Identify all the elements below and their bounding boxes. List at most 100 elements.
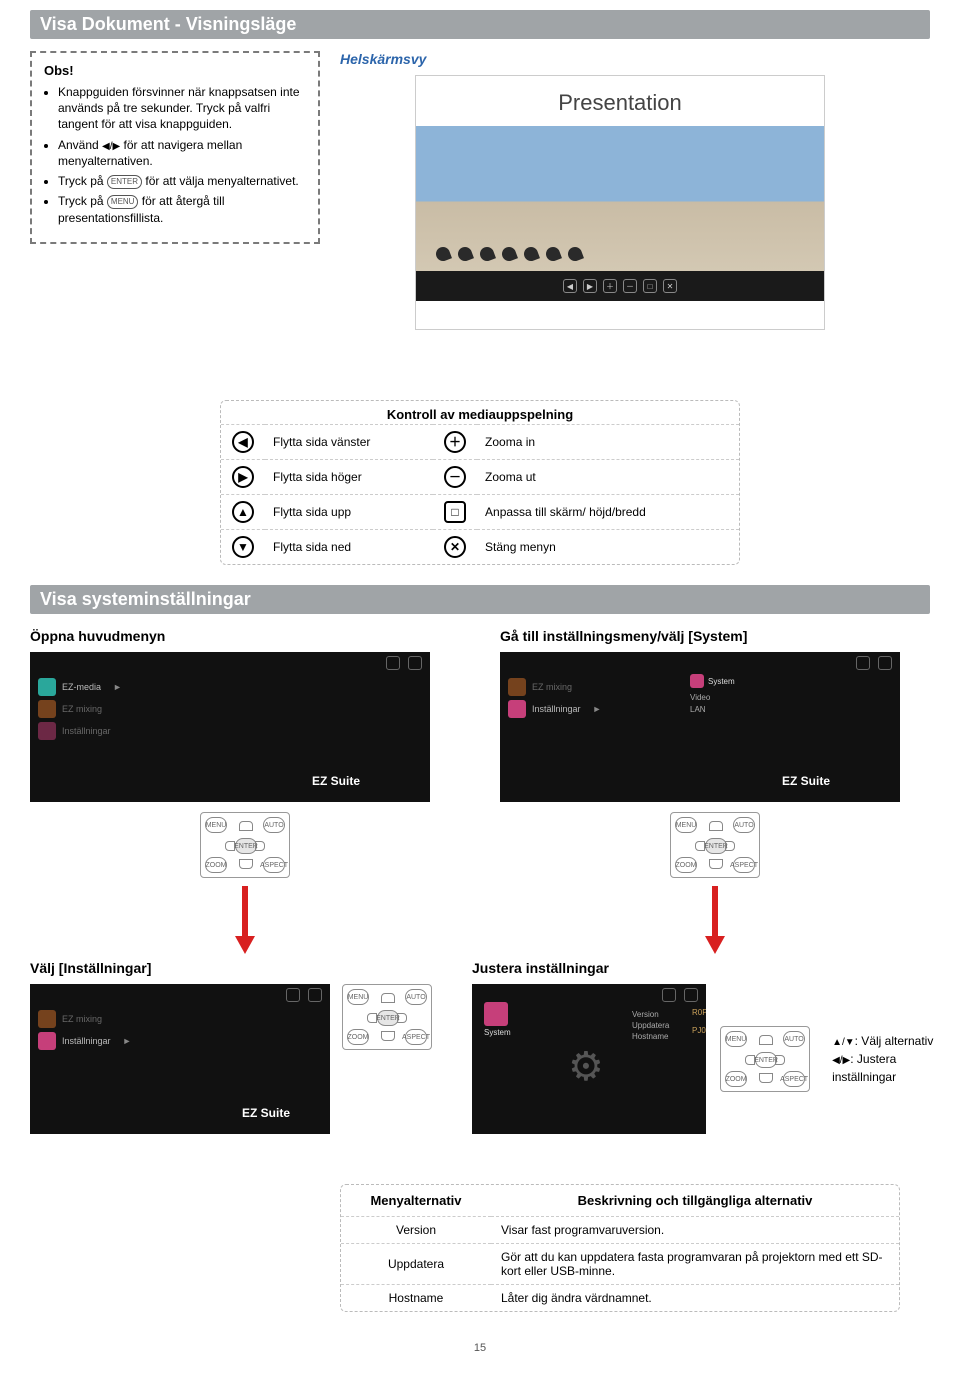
up-down-icon: ▲/▼ [832, 1035, 855, 1050]
remote-pad: MENU AUTO ENTER ZOOM ASPECT [200, 812, 290, 878]
obs-title: Obs! [44, 63, 306, 78]
remote-auto-button: AUTO [405, 989, 427, 1005]
remote-right-button [775, 1055, 785, 1065]
remote-left-button [225, 841, 235, 851]
remote-auto-button: AUTO [733, 817, 755, 833]
info-row-hostname: Hostname [341, 1285, 491, 1312]
remote-enter-button: ENTER [705, 838, 727, 854]
remote-left-button [367, 1013, 377, 1023]
presentation-preview: Presentation ◀ ▶ ＋ － □ ✕ [415, 75, 825, 330]
info-header-desc: Beskrivning och tillgängliga alternativ [491, 1185, 899, 1217]
ez-suite-brand: EZ Suite [782, 774, 830, 788]
row-version-label: Version [632, 1010, 669, 1019]
info-row-hostname-desc: Låter dig ändra värdnamnet. [491, 1285, 899, 1312]
ez-suite-brand: EZ Suite [312, 774, 360, 788]
info-row-upgrade: Uppdatera [341, 1244, 491, 1285]
zoom-in-icon[interactable]: ＋ [603, 279, 617, 293]
presentation-control-bar: ◀ ▶ ＋ － □ ✕ [416, 271, 824, 301]
remote-up-button [381, 993, 395, 1003]
remote-pad: MENU AUTO ENTER ZOOM ASPECT [342, 984, 432, 1050]
section-title-system-settings: Visa systeminställningar [30, 585, 930, 614]
remote-menu-button: MENU [675, 817, 697, 833]
row-hostname-value: PJ0146 [692, 1026, 706, 1035]
obs-item: Tryck på ENTER för att välja menyalterna… [58, 173, 306, 189]
menu-ez-mixing: EZ mixing [62, 704, 102, 714]
remote-zoom-button: ZOOM [347, 1029, 369, 1045]
remote-left-button [745, 1055, 755, 1065]
flow-arrow-icon [705, 886, 725, 956]
media-controls-box: Kontroll av mediauppspelning ◀ Flytta si… [220, 400, 740, 565]
next-page-icon[interactable]: ▶ [583, 279, 597, 293]
remote-auto-button: AUTO [783, 1031, 805, 1047]
zoom-out-icon: － [444, 466, 466, 488]
remote-aspect-button: ASPECT [783, 1071, 805, 1087]
info-row-version: Version [341, 1217, 491, 1244]
obs-item: Knappguiden försvinner när knappsatsen i… [58, 84, 306, 133]
menu-ez-mixing: EZ mixing [62, 1014, 102, 1024]
page-number: 15 [30, 1342, 930, 1354]
submenu-system: System [708, 677, 735, 686]
remote-menu-button: MENU [347, 989, 369, 1005]
close-icon[interactable]: ✕ [663, 279, 677, 293]
media-label: Flytta sida vänster [265, 425, 433, 460]
menu-installningar: Inställningar [532, 704, 581, 714]
submenu-video: Video [690, 693, 735, 702]
remote-pad: MENU AUTO ENTER ZOOM ASPECT [670, 812, 760, 878]
remote-enter-button: ENTER [377, 1010, 399, 1026]
info-row-version-desc: Visar fast programvaruversion. [491, 1217, 899, 1244]
remote-enter-button: ENTER [755, 1052, 777, 1068]
media-label: Zooma in [477, 425, 739, 460]
menu-options-table: Menyalternativ Beskrivning och tillgängl… [341, 1185, 899, 1311]
remote-down-button [709, 859, 723, 869]
row-version-value: R0P03_B_005 [692, 1008, 706, 1017]
left-right-icon: ◀/▶ [832, 1053, 850, 1068]
remote-aspect-button: ASPECT [263, 857, 285, 873]
remote-down-button [239, 859, 253, 869]
menu-key-icon: MENU [107, 195, 139, 209]
info-header-menuopt: Menyalternativ [341, 1185, 491, 1217]
section-title-view-doc: Visa Dokument - Visningsläge [30, 10, 930, 39]
obs-note-box: Obs! Knappguiden försvinner när knappsat… [30, 51, 320, 244]
remote-right-button [397, 1013, 407, 1023]
gear-icon: ⚙ [568, 1044, 604, 1090]
media-label: Flytta sida upp [265, 495, 433, 530]
flow-arrow-icon [235, 886, 255, 956]
remote-aspect-button: ASPECT [733, 857, 755, 873]
menu-installningar: Inställningar [62, 726, 111, 736]
remote-zoom-button: ZOOM [725, 1071, 747, 1087]
remote-menu-button: MENU [205, 817, 227, 833]
remote-auto-button: AUTO [263, 817, 285, 833]
media-controls-header: Kontroll av mediauppspelning [221, 401, 739, 424]
presentation-title: Presentation [416, 76, 824, 126]
remote-right-button [725, 841, 735, 851]
row-upgrade-label: Uppdatera [632, 1021, 669, 1030]
remote-up-button [709, 821, 723, 831]
info-row-upgrade-desc: Gör att du kan uppdatera fasta programva… [491, 1244, 899, 1285]
remote-up-button [759, 1035, 773, 1045]
remote-up-button [239, 821, 253, 831]
arrow-left-icon: ◀ [232, 431, 254, 453]
arrow-right-icon: ▶ [232, 466, 254, 488]
prev-page-icon[interactable]: ◀ [563, 279, 577, 293]
media-label: Zooma ut [477, 460, 739, 495]
step-select-inst: Välj [Inställningar] [30, 960, 432, 976]
fit-icon[interactable]: □ [643, 279, 657, 293]
obs-list: Knappguiden försvinner när knappsatsen i… [58, 84, 306, 226]
menu-installningar: Inställningar [62, 1036, 111, 1046]
enter-key-icon: ENTER [107, 175, 142, 189]
screenshot-settings-system: EZ mixing Inställningar► System Video LA… [500, 652, 900, 802]
menu-ez-media: EZ-media [62, 682, 101, 692]
screenshot-main-menu: EZ-media► EZ mixing Inställningar EZ Sui… [30, 652, 430, 802]
remote-aspect-button: ASPECT [405, 1029, 427, 1045]
remote-pad: MENU AUTO ENTER ZOOM ASPECT [720, 1026, 810, 1092]
remote-zoom-button: ZOOM [205, 857, 227, 873]
obs-item: Använd ◀/▶ för att navigera mellan menya… [58, 137, 306, 170]
remote-zoom-button: ZOOM [675, 857, 697, 873]
ez-suite-brand: EZ Suite [242, 1106, 290, 1120]
close-menu-icon: ✕ [444, 536, 466, 558]
zoom-out-icon[interactable]: － [623, 279, 637, 293]
presentation-image [416, 126, 824, 271]
step-open-main: Öppna huvudmenyn [30, 628, 460, 644]
adjust-instructions: ▲/▼: Välj alternativ ◀/▶: Justera instäl… [832, 1032, 942, 1086]
media-label: Flytta sida höger [265, 460, 433, 495]
